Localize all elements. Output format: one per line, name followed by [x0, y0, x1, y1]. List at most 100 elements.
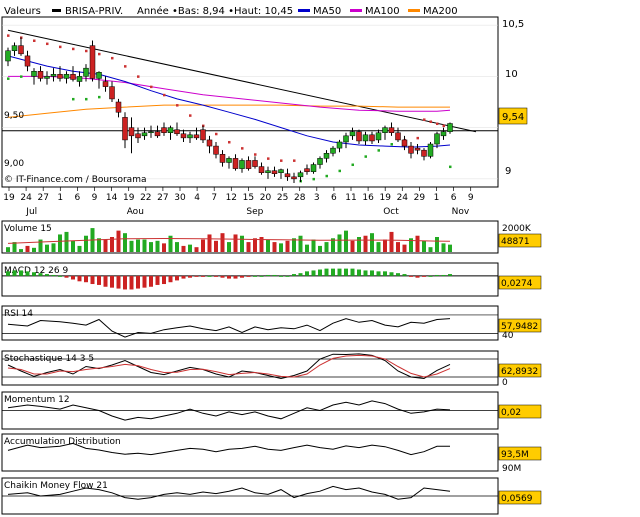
macd-bar [266, 274, 270, 276]
volume-bar [240, 235, 244, 252]
sar-point [7, 77, 10, 80]
volume-bar [389, 231, 394, 252]
macd-bar [428, 275, 433, 277]
candle-body [187, 134, 193, 139]
candle-body [252, 160, 258, 167]
candle-body [102, 81, 109, 87]
candle-body [265, 170, 271, 173]
macd-bar [136, 275, 140, 289]
volume-bar [337, 234, 342, 252]
macd-bar [64, 275, 69, 278]
candle-body [427, 143, 434, 157]
month-label: Oct [383, 207, 399, 217]
sar-point [429, 120, 432, 123]
macd-bar [298, 273, 303, 276]
macd-panel: MACD 12 26 90,0274 [1, 262, 542, 297]
macd-bar [279, 275, 283, 277]
date-label: 24 [397, 193, 409, 203]
macd-bar [422, 275, 426, 277]
stochastic-value: 62,8932 [501, 367, 538, 377]
sar-point [176, 104, 179, 107]
candle-body [258, 166, 265, 173]
volume-title: Volume 15 [4, 224, 52, 234]
sar-point [72, 47, 75, 51]
candle-body [421, 149, 427, 157]
macd-bar [240, 275, 244, 278]
macd-bar [318, 269, 322, 276]
macd-bar [350, 268, 355, 276]
volume-bar [155, 240, 160, 252]
macd-bar [363, 270, 368, 276]
credit: © IT-Finance.com / Boursorama [4, 175, 146, 185]
date-label: 9 [468, 193, 474, 203]
macd-bar [90, 275, 95, 285]
candle-body [388, 127, 395, 133]
sar-point [98, 52, 101, 56]
volume-bar [272, 242, 277, 252]
sar-point [280, 159, 283, 162]
date-label: 6 [75, 193, 81, 203]
candle-body [193, 134, 200, 139]
macd-value: 0,0274 [501, 279, 533, 289]
candle-body [63, 74, 70, 79]
macd-bar [370, 270, 374, 276]
ma50-line [7, 55, 451, 148]
macd-bar [201, 275, 205, 277]
volume-bar [19, 249, 23, 252]
date-label: 6 [451, 193, 457, 203]
candle-body [167, 127, 174, 133]
macd-bar [149, 275, 153, 287]
candle-body [174, 129, 180, 135]
volume-bar [45, 244, 49, 252]
sar-point [436, 122, 439, 126]
date-label: 7 [211, 193, 217, 203]
candle-body [434, 133, 440, 145]
volume-bar [324, 242, 329, 252]
volume-bar [84, 235, 88, 252]
macd-bar [142, 275, 147, 288]
month-label: Nov [452, 207, 470, 217]
macd-bar [259, 275, 264, 277]
legend-ma200: MA200 [423, 6, 458, 17]
macd-bar [227, 275, 231, 279]
candle-body [336, 141, 343, 149]
legend-ma100: MA100 [365, 6, 400, 17]
volume-bar [227, 242, 231, 252]
volume-value: 48871 [501, 237, 530, 247]
volume-bar [370, 233, 374, 252]
candle-body [219, 154, 226, 163]
candle-body [362, 134, 369, 142]
volume-bar [311, 239, 316, 252]
volume-bar [6, 247, 10, 252]
volume-bar [77, 245, 82, 252]
candle-body [24, 55, 31, 67]
macd-bar [409, 275, 413, 277]
sar-point [312, 177, 315, 181]
candle-body [297, 172, 304, 178]
macd-bar [168, 275, 173, 283]
date-label: 25 [277, 193, 288, 203]
price-tick-10: 10 [505, 69, 518, 80]
volume-bar [188, 244, 192, 252]
macd-bar [415, 275, 420, 278]
macd-frame [1, 262, 499, 297]
candle-body [226, 158, 232, 163]
macd-bar [344, 268, 348, 276]
candle-body [349, 131, 356, 137]
price-tick-950: 9,50 [4, 111, 24, 121]
volume-bar [71, 240, 75, 252]
candle-body [148, 131, 154, 134]
macd-bar [220, 275, 225, 278]
chaikin-money-flow-title: Chaikin Money Flow 21 [4, 481, 108, 491]
header-label: Valeurs [4, 6, 41, 17]
macd-bar [97, 275, 101, 285]
macd-bar [45, 274, 49, 276]
sar-point [254, 153, 257, 156]
date-label: 19 [3, 193, 15, 203]
macd-bar [71, 275, 75, 280]
volume-bar [253, 238, 257, 252]
sar-point [267, 157, 270, 160]
macd-bar [272, 274, 277, 276]
macd-bar [19, 270, 23, 276]
candle-body [18, 45, 24, 55]
